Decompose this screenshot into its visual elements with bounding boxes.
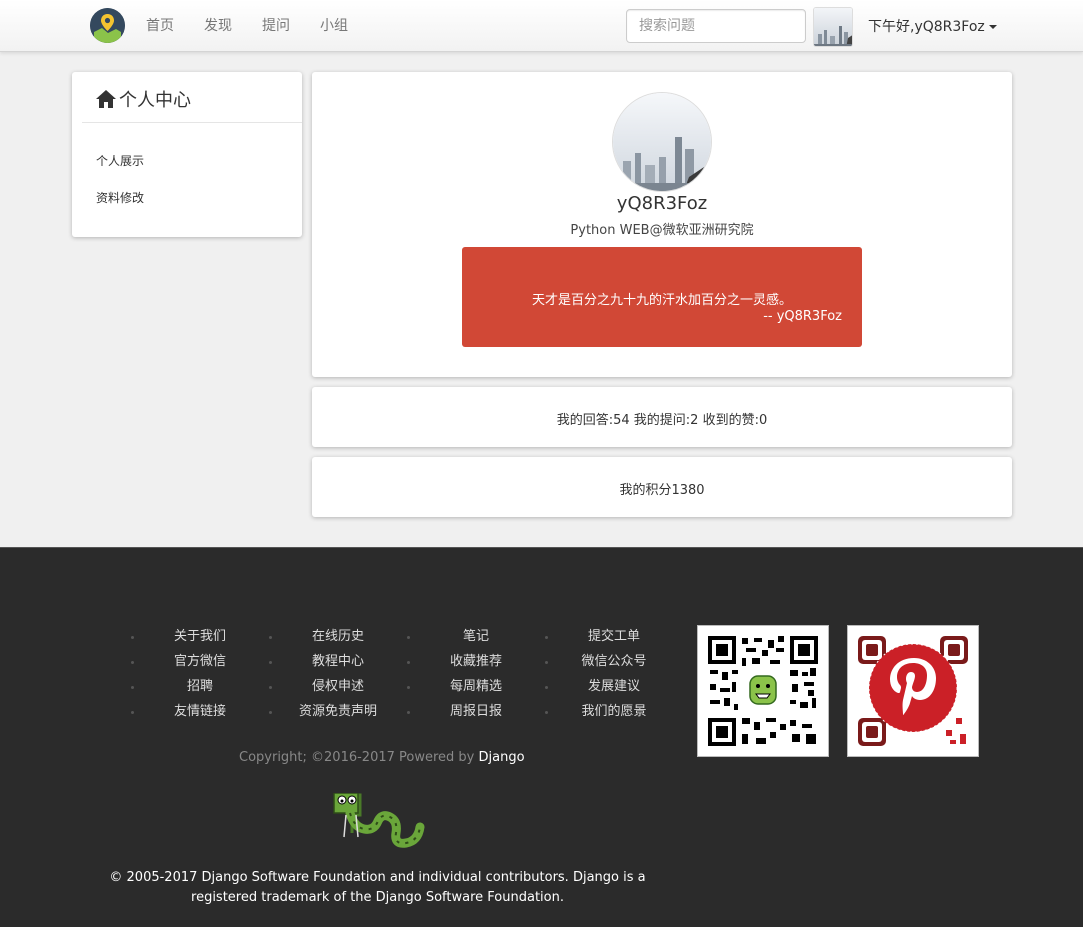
sidebar-item-profile[interactable]: 个人展示 <box>96 152 144 169</box>
django-trademark-text: © 2005-2017 Django Software Foundation a… <box>109 870 646 905</box>
footer-link-weekly[interactable]: 每周精选 <box>398 678 536 703</box>
pinterest-qr-code <box>847 625 979 757</box>
points-text: 我的积分1380 <box>619 483 705 498</box>
footer-column-1: 关于我们 官方微信 招聘 友情链接 <box>122 628 260 728</box>
quote-box: 天才是百分之九十九的汗水加百分之一灵感。 -- yQ8R3Foz <box>462 247 862 347</box>
wechat-qr-code <box>697 625 829 757</box>
footer-link-wechat[interactable]: 官方微信 <box>122 653 260 678</box>
user-menu-toggle[interactable]: 下午好,yQ8R3Foz <box>868 16 997 36</box>
stats-card: 我的回答:54 我的提问:2 收到的赞:0 <box>312 387 1012 447</box>
footer: 关于我们 官方微信 招聘 友情链接 在线历史 教程中心 侵权申述 资源免责声明 … <box>0 547 1083 927</box>
quote-author: -- yQ8R3Foz <box>763 309 842 324</box>
footer-link-vision[interactable]: 我们的愿景 <box>536 703 674 728</box>
nav-link-discover[interactable]: 发现 <box>204 15 232 35</box>
footer-link-ticket[interactable]: 提交工单 <box>536 628 674 653</box>
footer-link-tutorials[interactable]: 教程中心 <box>260 653 398 678</box>
caret-down-icon <box>988 25 997 29</box>
sidebar-divider <box>82 122 302 123</box>
footer-link-suggestions[interactable]: 发展建议 <box>536 678 674 703</box>
points-card: 我的积分1380 <box>312 457 1012 517</box>
footer-link-friends[interactable]: 友情链接 <box>122 703 260 728</box>
nav-link-groups[interactable]: 小组 <box>320 15 348 35</box>
profile-avatar <box>612 92 712 192</box>
footer-link-reports[interactable]: 周报日报 <box>398 703 536 728</box>
footer-column-3: 笔记 收藏推荐 每周精选 周报日报 <box>398 628 536 728</box>
nav-link-ask[interactable]: 提问 <box>262 15 290 35</box>
copyright-text: Copyright; ©2016-2017 Powered by <box>239 750 475 765</box>
django-pony-icon <box>330 792 425 853</box>
footer-column-2: 在线历史 教程中心 侵权申述 资源免责声明 <box>260 628 398 728</box>
profile-job-title: Python WEB@微软亚洲研究院 <box>570 223 754 238</box>
sidebar-title: 个人中心 <box>96 86 191 112</box>
footer-link-wechat-official[interactable]: 微信公众号 <box>536 653 674 678</box>
footer-link-history[interactable]: 在线历史 <box>260 628 398 653</box>
sidebar-item-edit-profile[interactable]: 资料修改 <box>96 189 144 206</box>
footer-link-copyright-claim[interactable]: 侵权申述 <box>260 678 398 703</box>
sidebar-panel: 个人中心 个人展示 资料修改 <box>72 72 302 237</box>
profile-username: yQ8R3Foz <box>616 193 708 214</box>
nav-link-home[interactable]: 首页 <box>146 15 174 35</box>
footer-link-disclaimer[interactable]: 资源免责声明 <box>260 703 398 728</box>
footer-column-4: 提交工单 微信公众号 发展建议 我们的愿景 <box>536 628 674 728</box>
search-input[interactable] <box>626 9 806 43</box>
home-icon <box>96 90 116 108</box>
profile-card: yQ8R3Foz Python WEB@微软亚洲研究院 天才是百分之九十九的汗水… <box>312 72 1012 377</box>
greeting-text: 下午好,yQ8R3Foz <box>868 19 985 35</box>
footer-link-about[interactable]: 关于我们 <box>122 628 260 653</box>
django-link[interactable]: Django <box>479 750 525 765</box>
top-navbar: 首页 发现 提问 小组 下午好,yQ8R3Foz <box>0 0 1083 52</box>
quote-text: 天才是百分之九十九的汗水加百分之一灵感。 <box>531 293 792 308</box>
sidebar-title-text: 个人中心 <box>119 90 191 111</box>
footer-link-favorites[interactable]: 收藏推荐 <box>398 653 536 678</box>
logo-icon[interactable] <box>90 8 125 43</box>
footer-link-jobs[interactable]: 招聘 <box>122 678 260 703</box>
copyright: Copyright; ©2016-2017 Powered by Django <box>239 750 525 765</box>
stats-text: 我的回答:54 我的提问:2 收到的赞:0 <box>556 413 768 428</box>
user-avatar[interactable] <box>813 7 853 47</box>
footer-link-notes[interactable]: 笔记 <box>398 628 536 653</box>
